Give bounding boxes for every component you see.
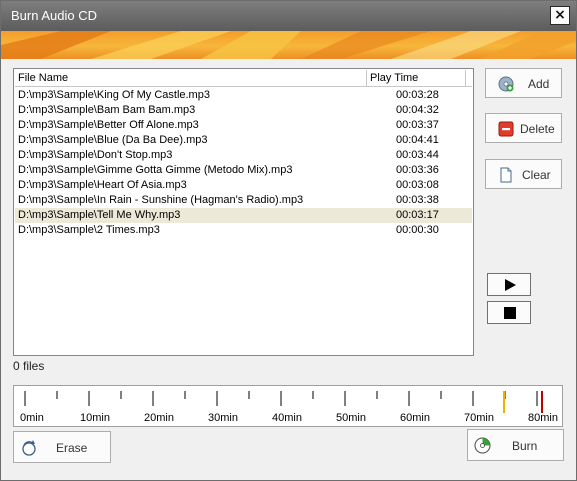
file-name: D:\mp3\Sample\Better Off Alone.mp3 xyxy=(18,119,199,131)
list-header: File Name Play Time xyxy=(15,70,472,87)
file-name: D:\mp3\Sample\Tell Me Why.mp3 xyxy=(18,209,181,221)
ruler-label-70: 70min xyxy=(464,412,494,424)
list-item[interactable]: D:\mp3\Sample\Tell Me Why.mp3 00:03:17 xyxy=(15,208,472,223)
delete-label: Delete xyxy=(520,122,555,136)
play-time: 00:03:37 xyxy=(396,119,439,131)
ruler-label-60: 60min xyxy=(400,412,430,424)
title-bar[interactable]: Burn Audio CD × xyxy=(1,1,576,31)
limit-marker xyxy=(541,391,543,413)
burn-disc-icon xyxy=(474,437,491,454)
clear-document-icon xyxy=(500,167,512,183)
erase-label: Erase xyxy=(56,441,88,455)
cd-add-icon xyxy=(498,76,514,92)
ruler-label-20: 20min xyxy=(144,412,174,424)
stop-button[interactable] xyxy=(487,301,531,324)
delete-button[interactable]: Delete xyxy=(485,113,562,143)
file-list[interactable]: File Name Play Time D:\mp3\Sample\King O… xyxy=(13,68,474,356)
ruler-label-0: 0min xyxy=(20,412,44,424)
play-time: 00:03:08 xyxy=(396,179,439,191)
erase-button[interactable]: Erase xyxy=(13,431,111,463)
erase-disc-icon xyxy=(22,440,36,456)
ruler-label-30: 30min xyxy=(208,412,238,424)
file-name: D:\mp3\Sample\Heart Of Asia.mp3 xyxy=(18,179,187,191)
list-rows: D:\mp3\Sample\King Of My Castle.mp3 00:03… xyxy=(15,88,472,238)
play-time: 00:03:17 xyxy=(396,209,439,221)
burn-audio-cd-window: Burn Audio CD × File Name Play Time D:\m… xyxy=(0,0,577,481)
list-item[interactable]: D:\mp3\Sample\Bam Bam Bam.mp3 00:04:32 xyxy=(15,103,472,118)
file-name: D:\mp3\Sample\Don't Stop.mp3 xyxy=(18,149,173,161)
header-banner xyxy=(1,31,576,59)
ruler-label-40: 40min xyxy=(272,412,302,424)
file-name: D:\mp3\Sample\Gimme Gotta Gimme (Metodo … xyxy=(18,164,293,176)
ruler-label-10: 10min xyxy=(80,412,110,424)
stop-icon xyxy=(504,307,516,319)
play-icon xyxy=(505,279,516,291)
file-count: 0 files xyxy=(13,359,45,373)
play-time: 00:04:41 xyxy=(396,134,439,146)
list-item[interactable]: D:\mp3\Sample\Gimme Gotta Gimme (Metodo … xyxy=(15,163,472,178)
list-item[interactable]: D:\mp3\Sample\Heart Of Asia.mp3 00:03:08 xyxy=(15,178,472,193)
banner-decoration xyxy=(1,31,576,59)
list-item[interactable]: D:\mp3\Sample\King Of My Castle.mp3 00:03… xyxy=(15,88,472,103)
burn-label: Burn xyxy=(512,439,538,453)
warning-marker xyxy=(503,391,505,413)
play-time: 00:00:30 xyxy=(396,224,439,236)
play-time: 00:04:32 xyxy=(396,104,439,116)
burn-button[interactable]: Burn xyxy=(467,429,564,461)
play-time: 00:03:36 xyxy=(396,164,439,176)
file-name: D:\mp3\Sample\Bam Bam Bam.mp3 xyxy=(18,104,196,116)
list-item[interactable]: D:\mp3\Sample\Blue (Da Ba Dee).mp3 00:04:… xyxy=(15,133,472,148)
play-time: 00:03:28 xyxy=(396,89,439,101)
add-button[interactable]: Add xyxy=(485,68,562,98)
file-name: D:\mp3\Sample\2 Times.mp3 xyxy=(18,224,160,236)
list-item[interactable]: D:\mp3\Sample\Don't Stop.mp3 00:03:44 xyxy=(15,148,472,163)
close-icon: × xyxy=(554,7,566,23)
delete-icon xyxy=(498,121,514,137)
ruler-label-80: 80min xyxy=(528,412,558,424)
clear-label: Clear xyxy=(522,168,551,182)
file-name: D:\mp3\Sample\King Of My Castle.mp3 xyxy=(18,89,210,101)
close-button[interactable]: × xyxy=(550,6,570,25)
column-header-play-time[interactable]: Play Time xyxy=(367,70,466,86)
column-header-file-name[interactable]: File Name xyxy=(15,70,367,86)
ruler-ticks xyxy=(24,391,538,406)
ruler-label-50: 50min xyxy=(336,412,366,424)
file-name: D:\mp3\Sample\In Rain - Sunshine (Hagman… xyxy=(18,194,304,206)
list-item[interactable]: D:\mp3\Sample\In Rain - Sunshine (Hagman… xyxy=(15,193,472,208)
list-item[interactable]: D:\mp3\Sample\2 Times.mp3 00:00:30 xyxy=(15,223,472,238)
list-item[interactable]: D:\mp3\Sample\Better Off Alone.mp3 00:03:… xyxy=(15,118,472,133)
file-name: D:\mp3\Sample\Blue (Da Ba Dee).mp3 xyxy=(18,134,208,146)
window-title: Burn Audio CD xyxy=(11,8,97,23)
add-label: Add xyxy=(528,77,550,91)
play-button[interactable] xyxy=(487,273,531,296)
play-time: 00:03:44 xyxy=(396,149,439,161)
play-time: 00:03:38 xyxy=(396,194,439,206)
capacity-ruler: 0min 10min 20min 30min 40min 50min 60min… xyxy=(13,385,563,427)
clear-button[interactable]: Clear xyxy=(485,159,562,189)
